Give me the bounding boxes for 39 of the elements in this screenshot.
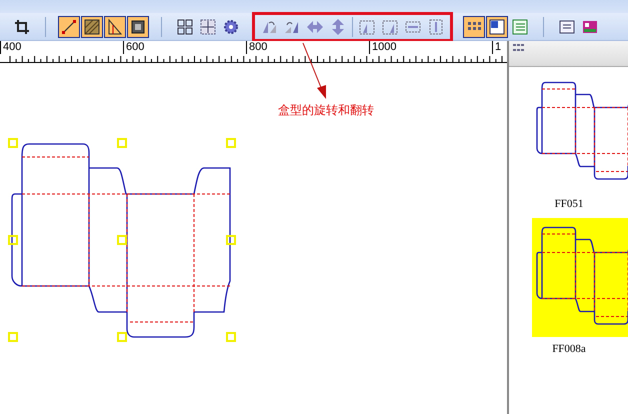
ruler-label: 800	[246, 41, 369, 54]
ruler-label: 600	[123, 41, 246, 54]
thumbnail-caption: FF008a	[552, 343, 586, 355]
selection-handle[interactable]	[226, 235, 236, 245]
dots-icon[interactable]	[512, 43, 526, 53]
window-icon	[488, 18, 506, 36]
grid-icon	[176, 18, 194, 36]
triangle-icon	[106, 18, 124, 36]
toolbar-button[interactable]	[127, 16, 149, 38]
box-thumbnail[interactable]	[532, 218, 628, 337]
page-flip-v-icon	[427, 18, 445, 36]
gear-icon	[222, 18, 240, 36]
ruler-label: 1000	[369, 41, 492, 54]
expand-icon	[199, 18, 217, 36]
line-icon	[60, 18, 78, 36]
thumbnail-caption: FF051	[554, 198, 584, 210]
page-rotate-left-icon	[358, 18, 376, 36]
selection-handle[interactable]	[226, 138, 236, 148]
toolbar-button[interactable]	[58, 16, 80, 38]
ruler-label: 1	[492, 41, 507, 54]
selection-handle[interactable]	[226, 332, 236, 342]
selection-handle[interactable]	[117, 332, 127, 342]
list-icon	[511, 18, 529, 36]
frame-icon	[129, 18, 147, 36]
selection-handle[interactable]	[8, 332, 18, 342]
selection-handle[interactable]	[8, 235, 18, 245]
page-rotate-right-icon	[381, 18, 399, 36]
toolbar-button[interactable]	[486, 16, 508, 38]
ruler-label: 400	[0, 41, 123, 54]
toolbar-button[interactable]	[463, 16, 485, 38]
selection-handle[interactable]	[117, 138, 127, 148]
form-icon	[558, 18, 576, 36]
selection-handle[interactable]	[8, 138, 18, 148]
toolbar-button[interactable]	[81, 16, 103, 38]
crop-icon	[13, 18, 31, 36]
selection-handle[interactable]	[117, 235, 127, 245]
hatch-icon	[83, 18, 101, 36]
toolbar-button[interactable]	[104, 16, 126, 38]
annotation-label: 盒型的旋转和翻转	[278, 102, 374, 119]
